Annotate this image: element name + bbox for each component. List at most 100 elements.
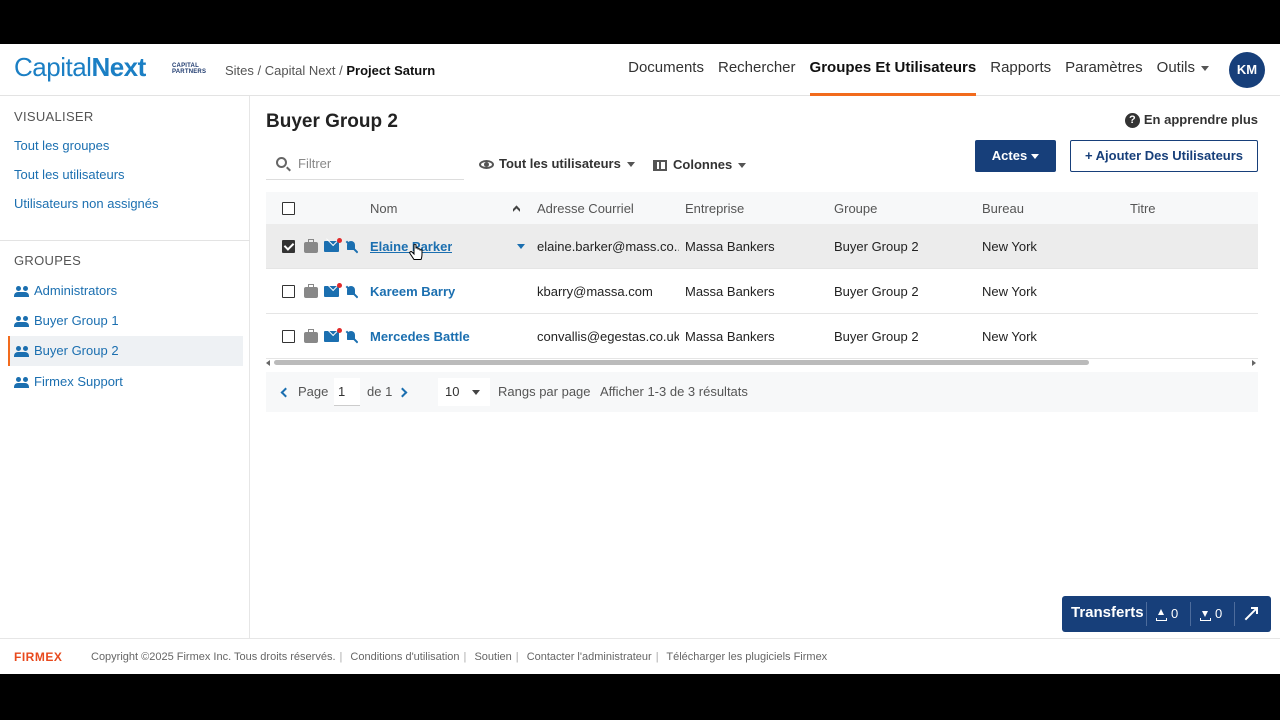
logo-text-capital: Capital	[14, 52, 92, 82]
footer-separator: |	[655, 651, 659, 663]
chevron-left-icon	[280, 387, 291, 398]
footer-separator: |	[463, 651, 467, 663]
rows-per-page-select[interactable]: 10	[438, 378, 490, 406]
filter-input[interactable]	[298, 148, 458, 178]
nav-reports[interactable]: Rapports	[983, 44, 1058, 96]
footer-links: Copyright ©2025 Firmex Inc. Tous droits …	[91, 651, 831, 663]
footer-link-support[interactable]: Soutien	[474, 651, 511, 663]
logo-text-next: Next	[91, 52, 146, 82]
user-company: Massa Bankers	[685, 328, 775, 344]
sidebar-heading-view: VISUALISER	[14, 109, 94, 124]
nav-settings[interactable]: Paramètres	[1058, 44, 1150, 96]
downloads-count[interactable]: 0	[1200, 596, 1222, 632]
table-row[interactable]: Mercedes Battle convallis@egestas.co.uk …	[266, 314, 1258, 359]
scroll-right-icon[interactable]	[1252, 360, 1256, 366]
user-email: convallis@egestas.co.uk	[537, 328, 679, 344]
page-label: Page	[298, 384, 329, 399]
briefcase-icon	[304, 283, 318, 298]
user-email: elaine.barker@mass.co...	[537, 238, 679, 254]
add-users-button[interactable]: + Ajouter Des Utilisateurs	[1070, 140, 1258, 172]
upload-icon	[1156, 608, 1167, 621]
table-row[interactable]: Kareem Barry kbarry@massa.com Massa Bank…	[266, 269, 1258, 314]
page-number-input[interactable]: 1	[334, 378, 360, 406]
learn-more-link[interactable]: ? En apprendre plus	[1124, 112, 1258, 129]
user-company: Massa Bankers	[685, 238, 775, 254]
users-filter-label: Tout les utilisateurs	[499, 156, 621, 171]
uploads-count[interactable]: 0	[1156, 596, 1178, 632]
sidebar-link-all-users[interactable]: Tout les utilisateurs	[14, 167, 125, 182]
columns-dropdown[interactable]: Colonnes	[653, 149, 747, 181]
horizontal-scrollbar[interactable]	[266, 358, 1258, 368]
transfers-widget[interactable]: Transferts 0 0	[1062, 596, 1271, 632]
footer-copyright: Copyright ©2025 Firmex Inc. Tous droits …	[91, 651, 336, 663]
bell-off-icon	[345, 330, 358, 343]
user-name-link[interactable]: Kareem Barry	[370, 269, 455, 313]
prev-page-button[interactable]	[280, 372, 291, 412]
column-header-title[interactable]: Titre	[1130, 192, 1156, 224]
nav-groups-users[interactable]: Groupes Et Utilisateurs	[803, 44, 984, 96]
row-checkbox[interactable]	[282, 329, 295, 343]
user-group: Buyer Group 2	[834, 328, 919, 344]
row-checkbox[interactable]	[282, 284, 295, 298]
sidebar-group-administrators[interactable]: Administrators	[8, 276, 243, 306]
chevron-down-icon	[738, 163, 747, 169]
columns-label: Colonnes	[673, 157, 733, 172]
footer-link-download-plugins[interactable]: Télécharger les plugiciels Firmex	[666, 651, 827, 663]
column-header-name[interactable]: Nom	[370, 192, 397, 224]
user-name[interactable]: Mercedes Battle	[370, 329, 470, 344]
capitalnext-logo[interactable]: CapitalNext	[14, 52, 146, 83]
nav-tools[interactable]: Outils	[1150, 44, 1216, 96]
bell-off-icon	[345, 285, 358, 298]
filter-box	[266, 148, 464, 180]
row-status-icons	[304, 224, 358, 268]
sidebar: VISUALISER Tout les groupes Tout les uti…	[0, 96, 250, 638]
users-filter-dropdown[interactable]: Tout les utilisateurs	[479, 148, 635, 180]
user-avatar[interactable]: KM	[1229, 52, 1265, 88]
column-header-group[interactable]: Groupe	[834, 192, 877, 224]
sidebar-group-buyer-group-2[interactable]: Buyer Group 2	[8, 336, 243, 366]
chevron-down-icon	[626, 162, 635, 168]
user-name[interactable]: Kareem Barry	[370, 284, 455, 299]
actions-button[interactable]: Actes	[975, 140, 1056, 172]
column-header-office[interactable]: Bureau	[982, 192, 1024, 224]
user-name-link[interactable]: Mercedes Battle	[370, 314, 470, 358]
select-all-checkbox[interactable]	[282, 201, 295, 215]
hand-cursor-icon	[409, 244, 423, 260]
sidebar-link-all-groups[interactable]: Tout les groupes	[14, 138, 109, 153]
sidebar-group-buyer-group-1[interactable]: Buyer Group 1	[8, 306, 243, 336]
top-header: CapitalNext CAPITAL PARTNERS Sites / Capi…	[0, 44, 1280, 96]
people-icon	[14, 285, 30, 298]
uploads-value: 0	[1171, 606, 1179, 621]
user-group: Buyer Group 2	[834, 238, 919, 254]
sidebar-group-label: Buyer Group 1	[34, 313, 119, 328]
expand-icon[interactable]	[1244, 607, 1258, 621]
nav-search[interactable]: Rechercher	[711, 44, 803, 96]
scrollbar-thumb[interactable]	[274, 360, 1089, 365]
footer-link-terms[interactable]: Conditions d'utilisation	[350, 651, 459, 663]
column-header-company[interactable]: Entreprise	[685, 192, 744, 224]
next-page-button[interactable]	[397, 372, 408, 412]
help-icon: ?	[1124, 113, 1140, 129]
nav-documents[interactable]: Documents	[621, 44, 711, 96]
row-status-icons	[304, 269, 358, 313]
sidebar-group-label: Firmex Support	[34, 374, 123, 389]
sort-ascending-icon[interactable]	[513, 192, 520, 224]
breadcrumb-path[interactable]: Sites / Capital Next /	[225, 63, 346, 78]
breadcrumb-current: Project Saturn	[346, 63, 436, 78]
footer-separator: |	[339, 651, 343, 663]
row-status-icons	[304, 314, 358, 358]
row-menu-chevron[interactable]	[517, 224, 525, 268]
sidebar-link-unassigned-users[interactable]: Utilisateurs non assignés	[14, 196, 159, 211]
mail-icon	[324, 237, 342, 252]
mail-icon	[324, 327, 342, 342]
scroll-left-icon[interactable]	[266, 360, 270, 366]
nav-tools-label: Outils	[1156, 59, 1195, 76]
users-table: Nom Adresse Courriel Entreprise Groupe B…	[266, 192, 1258, 359]
transfers-divider	[1234, 602, 1235, 626]
sidebar-group-firmex-support[interactable]: Firmex Support	[8, 367, 243, 397]
column-header-email[interactable]: Adresse Courriel	[537, 192, 634, 224]
people-icon	[14, 345, 30, 358]
logo-sub-line2: PARTNERS	[172, 69, 207, 75]
footer-link-contact-admin[interactable]: Contacter l'administrateur	[527, 651, 652, 663]
row-checkbox[interactable]	[282, 239, 295, 253]
